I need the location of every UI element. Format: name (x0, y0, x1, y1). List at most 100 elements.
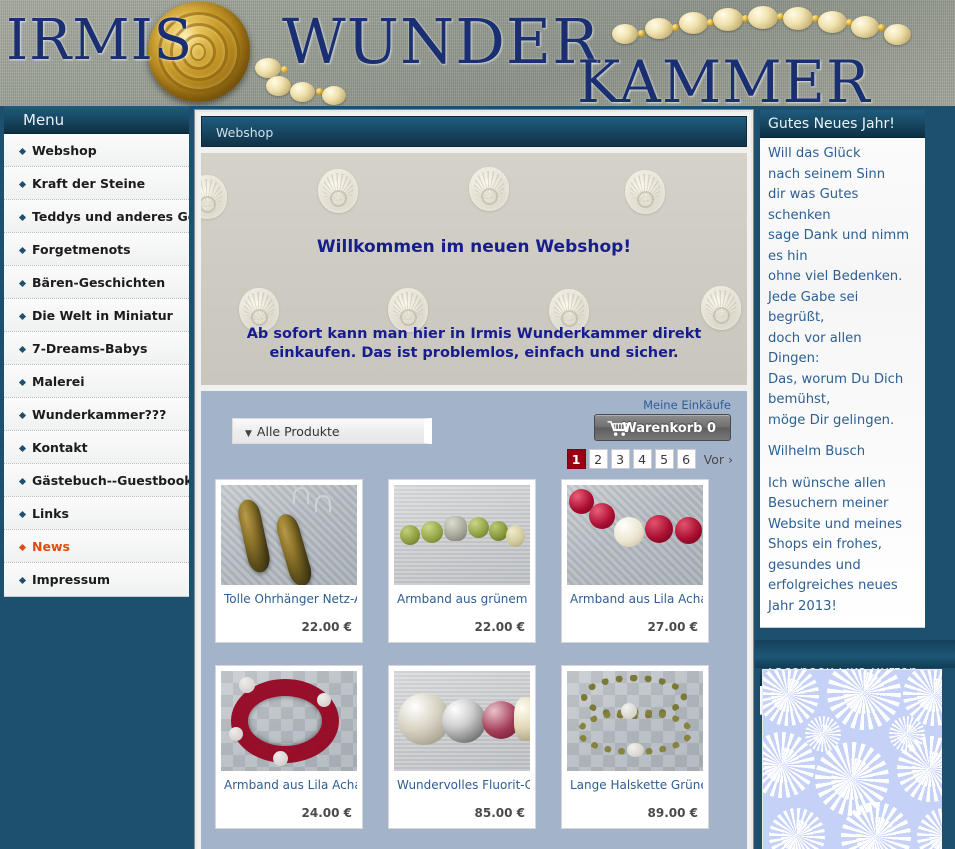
welcome-text: Ab sofort kann man hier in Irmis Wunderk… (246, 326, 702, 361)
product-price: 27.00 € (647, 620, 698, 634)
sidebar-item-label: Gästebuch--Guestbook (32, 473, 189, 488)
sidebar-item-label: 7-Dreams-Babys (32, 341, 148, 356)
product-card[interactable]: Armband aus Lila Achat u. 27.00 € (561, 479, 709, 643)
sidebar-item-label: Kraft der Steine (32, 176, 146, 191)
decorative-snowflake-image (762, 669, 942, 849)
pagination-next[interactable]: Vor › (704, 452, 733, 467)
sidebar-item-label: Forgetmenots (32, 242, 131, 257)
product-card[interactable]: Armband aus Lila Achat u. 24.00 € (215, 665, 363, 829)
news-panel-body: Will das Glück nach seinem Sinn dir was … (760, 138, 925, 628)
sidebar-item-news[interactable]: News (4, 530, 189, 563)
poem-line: ohne viel Bedenken. (768, 269, 903, 284)
bullet-icon (18, 477, 27, 486)
wish-line: Ich wünsche allen (768, 475, 886, 491)
product-title: Lange Halskette Grüner T. (570, 778, 703, 792)
pagination-page-6[interactable]: 6 (676, 449, 696, 469)
product-card[interactable]: Lange Halskette Grüner T. 89.00 € (561, 665, 709, 829)
sidebar-item-label: Wunderkammer??? (32, 407, 167, 422)
product-image (394, 671, 530, 771)
poem-line: möge Dir gelingen. (768, 412, 895, 428)
bullet-icon (18, 543, 27, 552)
product-card[interactable]: Wundervolles Fluorit-Collie 85.00 € (388, 665, 536, 829)
chevron-down-icon: ▼ (245, 429, 252, 439)
poem-line: nach seinem Sinn (768, 166, 886, 182)
pagination-page-1[interactable]: 1 (566, 449, 586, 469)
bullet-icon (18, 576, 27, 585)
product-price: 24.00 € (301, 806, 352, 820)
sidebar-item-wunderkammer[interactable]: Wunderkammer??? (4, 398, 189, 431)
sidebar-item-malerei[interactable]: Malerei (4, 365, 189, 398)
product-card[interactable]: Armband aus grünem Türk 22.00 € (388, 479, 536, 643)
banner-word-irmis: IRMIS (6, 8, 194, 73)
sidebar-item-links[interactable]: Links (4, 497, 189, 530)
product-title: Wundervolles Fluorit-Collie (397, 778, 530, 792)
poem-line: sage Dank und nimm (768, 228, 910, 243)
poem-line: dir was Gutes schenken (768, 187, 859, 223)
sidebar-item-forgetmenots[interactable]: Forgetmenots (4, 233, 189, 266)
sidebar-item-label: Malerei (32, 374, 85, 389)
poem-line: Will das Glück (768, 146, 861, 161)
poem-line: doch vor allen Dingen: (768, 330, 862, 367)
sidebar-divider-band (755, 640, 955, 668)
pagination-page-3[interactable]: 3 (610, 449, 630, 469)
sidebar-item-g-stebuch-guestbook[interactable]: Gästebuch--Guestbook (4, 464, 189, 497)
welcome-banner: Willkommen im neuen Webshop! Ab sofort k… (201, 153, 747, 385)
sidebar-item-teddys-und-anderes-getier[interactable]: Teddys und anderes Getier (4, 200, 189, 233)
welcome-heading: Willkommen im neuen Webshop! (316, 237, 632, 257)
pagination-page-4[interactable]: 4 (632, 449, 652, 469)
bullet-icon (18, 246, 27, 255)
page-root: IRMIS WUNDER KAMMER Menu Webshop Kraft de… (0, 0, 955, 849)
poem-line: Jede Gabe sei begrüßt, (768, 289, 859, 326)
product-title: Armband aus Lila Achat u. (570, 592, 703, 606)
cart-button-label: Warenkorb 0 (622, 421, 716, 436)
sidebar-item-die-welt-in-miniatur[interactable]: Die Welt in Miniatur (4, 299, 189, 332)
bullet-icon (18, 345, 27, 354)
my-purchases-link[interactable]: Meine Einkäufe (643, 398, 731, 412)
sidebar-menu: Menu Webshop Kraft der Steine Teddys und a… (4, 106, 189, 597)
sidebar-item-kontakt[interactable]: Kontakt (4, 431, 189, 464)
pagination: 1 2 3 4 5 6 Vor › (566, 449, 733, 469)
bullet-icon (18, 444, 27, 453)
banner-word-wunder: WUNDER (282, 5, 600, 78)
wish-line: Besuchern meiner (768, 496, 889, 511)
product-filter-dropdown[interactable]: ▼ Alle Produkte (232, 418, 432, 444)
product-grid: Tolle Ohrhänger Netz-Ach. 22.00 € Armba (215, 479, 733, 829)
product-title: Armband aus Lila Achat u. (224, 778, 357, 792)
sidebar-menu-list: Webshop Kraft der Steine Teddys und andere… (4, 134, 189, 597)
pagination-page-2[interactable]: 2 (588, 449, 608, 469)
poem-line: es hin (768, 248, 808, 264)
sidebar-item-7-dreams-babys[interactable]: 7-Dreams-Babys (4, 332, 189, 365)
product-title: Tolle Ohrhänger Netz-Ach. (224, 592, 357, 606)
product-filter-value: Alle Produkte (256, 424, 340, 439)
product-price: 22.00 € (301, 620, 352, 634)
wish-line: gesundes und (768, 557, 861, 573)
product-card[interactable]: Tolle Ohrhänger Netz-Ach. 22.00 € (215, 479, 363, 643)
content-header-title: Webshop (201, 116, 747, 147)
poem-line: bemühst, (768, 392, 831, 407)
sidebar-item-label: Teddys und anderes Getier (32, 209, 189, 224)
shopping-cart-icon (607, 421, 629, 436)
pagination-page-5[interactable]: 5 (654, 449, 674, 469)
sidebar-item-label: Bären-Geschichten (32, 275, 166, 290)
sidebar-item-label: Webshop (32, 143, 97, 158)
cart-button[interactable]: Warenkorb 0 (594, 414, 731, 441)
sidebar-item-label: Die Welt in Miniatur (32, 308, 173, 323)
sidebar-menu-title: Menu (4, 106, 189, 134)
bullet-icon (18, 147, 27, 156)
sidebar-item-webshop[interactable]: Webshop (4, 134, 189, 167)
sidebar-item-kraft-der-steine[interactable]: Kraft der Steine (4, 167, 189, 200)
product-price: 85.00 € (474, 806, 525, 820)
wish-line: Shops ein frohes, (768, 537, 882, 552)
sidebar-item-label: Kontakt (32, 440, 88, 455)
product-image (221, 485, 357, 585)
bullet-icon (18, 378, 27, 387)
right-sidebar: Gutes Neues Jahr! Will das Glück nach se… (760, 110, 925, 715)
product-image (567, 485, 703, 585)
poem-line: Das, worum Du Dich (768, 371, 904, 387)
sidebar-item-b-ren-geschichten[interactable]: Bären-Geschichten (4, 266, 189, 299)
sidebar-item-label: Links (32, 506, 69, 521)
sidebar-item-impressum[interactable]: Impressum (4, 563, 189, 596)
bullet-icon (18, 411, 27, 420)
